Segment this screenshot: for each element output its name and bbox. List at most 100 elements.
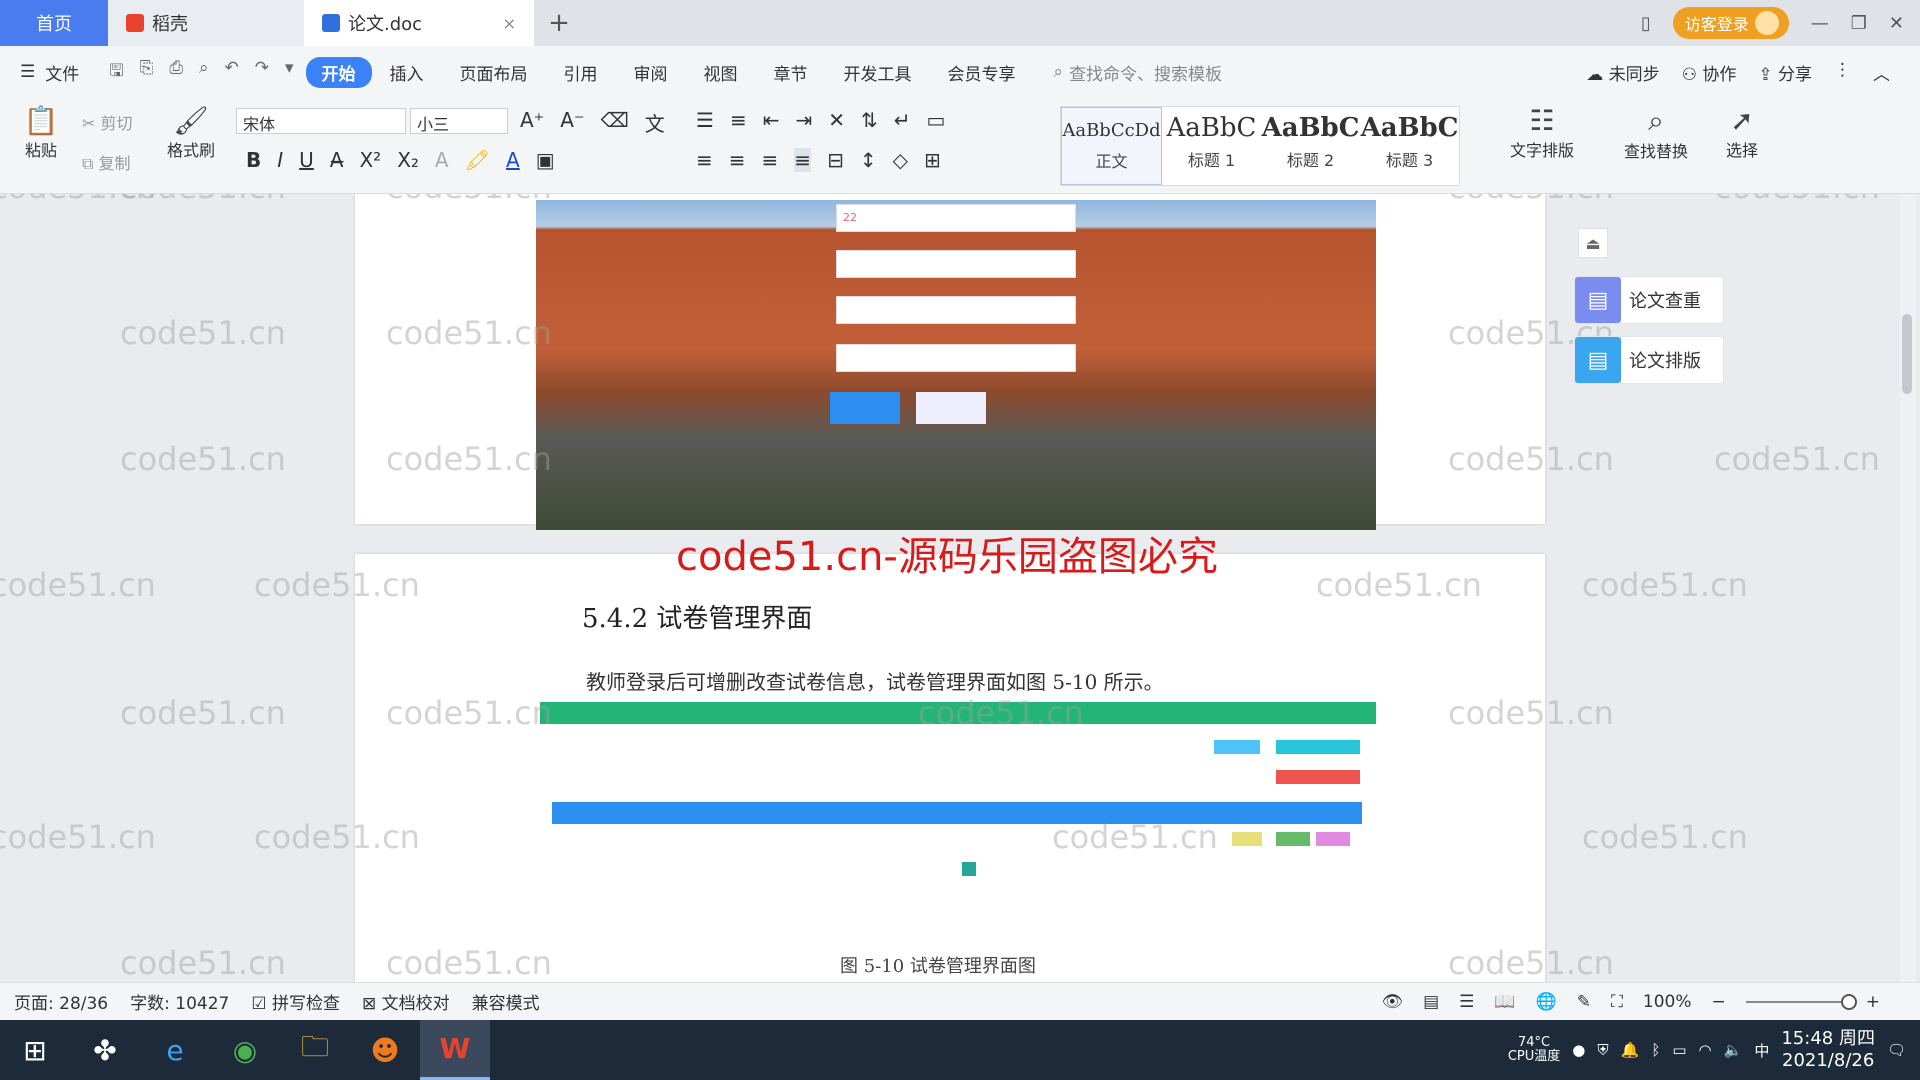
align-left-icon[interactable]: ≡ <box>696 148 713 172</box>
menu-references[interactable]: 引用 <box>546 60 616 85</box>
restore-icon[interactable]: ❐ <box>1851 13 1867 34</box>
increase-indent-icon[interactable]: ⇥ <box>795 108 812 132</box>
menu-insert[interactable]: 插入 <box>372 60 442 85</box>
borders-icon[interactable]: ⊞ <box>924 148 941 172</box>
char-border-icon[interactable]: ▣ <box>536 148 555 172</box>
vertical-scrollbar[interactable] <box>1900 194 1916 982</box>
close-window-icon[interactable]: ✕ <box>1889 13 1904 34</box>
select-button[interactable]: ➚ 选择 <box>1712 104 1772 161</box>
sync-button[interactable]: ☁ 未同步 <box>1586 60 1659 85</box>
zoom-slider[interactable] <box>1745 993 1857 1010</box>
decrease-indent-icon[interactable]: ⇤ <box>763 108 780 132</box>
paste-button[interactable]: 📋 粘贴 <box>16 104 66 161</box>
guest-login-button[interactable]: 访客登录 <box>1672 7 1789 39</box>
doc-proofread-button[interactable]: ⊠ 文档校对 <box>362 989 450 1014</box>
more-menu-icon[interactable]: ⋮ <box>1834 60 1851 85</box>
style-heading-2[interactable]: AaBbC 标题 2 <box>1261 107 1360 185</box>
battery-icon[interactable]: ▭ <box>1672 1041 1686 1059</box>
zoom-level[interactable]: 100% <box>1643 992 1692 1012</box>
find-replace-button[interactable]: ⌕ 查找替换 <box>1608 104 1704 162</box>
page-view-icon[interactable]: ▤ <box>1423 992 1439 1012</box>
tab-document[interactable]: 论文.doc × <box>304 0 534 46</box>
ruler-icon[interactable]: ▭ <box>927 108 946 132</box>
menu-developer[interactable]: 开发工具 <box>826 60 930 85</box>
underline-icon[interactable]: U <box>299 148 314 172</box>
word-count[interactable]: 字数: 10427 <box>130 989 229 1014</box>
sort-icon[interactable]: ⇅ <box>861 108 878 132</box>
style-normal[interactable]: AaBbCcDd 正文 <box>1061 107 1162 185</box>
font-size-select[interactable]: 小三 <box>410 108 508 134</box>
menu-file[interactable]: 文件 <box>41 60 97 85</box>
font-family-select[interactable]: 宋体 <box>236 108 406 134</box>
shrink-font-icon[interactable]: A⁻ <box>560 108 584 137</box>
start-button[interactable]: ⊞ <box>0 1020 70 1080</box>
tab-daoke[interactable]: 稻壳 <box>108 0 304 46</box>
layout-toggle-icon[interactable]: ▯ <box>1641 13 1651 34</box>
align-center-icon[interactable]: ≡ <box>729 148 746 172</box>
menu-view[interactable]: 视图 <box>686 60 756 85</box>
share-button[interactable]: ⇪ 分享 <box>1758 60 1812 85</box>
page-indicator[interactable]: 页面: 28/36 <box>14 989 108 1014</box>
shield-icon[interactable]: ⛨ <box>1597 1041 1608 1059</box>
align-justify-icon[interactable]: ≡ <box>794 148 812 172</box>
web-view-icon[interactable]: 🌐 <box>1536 992 1557 1012</box>
ie-browser-icon[interactable]: e <box>140 1020 210 1080</box>
bullet-list-icon[interactable]: ☰ <box>696 108 714 132</box>
eye-icon[interactable]: 👁 <box>1381 992 1403 1012</box>
menu-member[interactable]: 会员专享 <box>930 60 1034 85</box>
style-heading-3[interactable]: AaBbC 标题 3 <box>1360 107 1459 185</box>
fit-page-icon[interactable]: ⛶ <box>1611 992 1623 1012</box>
italic-icon[interactable]: I <box>277 148 283 172</box>
phonetic-icon[interactable]: 文 <box>645 108 665 137</box>
text-layout-button[interactable]: ☷ 文字排版 <box>1494 104 1590 161</box>
align-right-icon[interactable]: ≡ <box>762 148 779 172</box>
undo-icon[interactable]: ↶ <box>224 58 238 87</box>
save-icon[interactable]: 🖫 <box>109 58 123 87</box>
minimize-icon[interactable]: — <box>1811 13 1829 34</box>
text-effect-icon[interactable]: A <box>435 148 449 172</box>
superscript-icon[interactable]: X² <box>359 148 381 172</box>
clear-format-icon[interactable]: ⌫ <box>601 108 629 137</box>
clock[interactable]: 15:48 周四 2021/8/26 <box>1781 1028 1875 1072</box>
format-painter-button[interactable]: 🖌 格式刷 <box>160 104 222 161</box>
distribute-icon[interactable]: ⊟ <box>827 148 844 172</box>
more-icon[interactable]: ▾ <box>285 58 294 87</box>
font-color-icon[interactable]: A <box>506 148 520 172</box>
zoom-slider-knob[interactable] <box>1840 993 1857 1010</box>
menu-chapter[interactable]: 章节 <box>756 60 826 85</box>
menu-review[interactable]: 审阅 <box>616 60 686 85</box>
chinese-layout-icon[interactable]: ✕ <box>828 108 845 132</box>
style-heading-1[interactable]: AaBbC 标题 1 <box>1162 107 1261 185</box>
hamburger-icon[interactable]: ☰ <box>20 62 35 82</box>
read-view-icon[interactable]: 📖 <box>1494 992 1515 1012</box>
show-marks-icon[interactable]: ↵ <box>894 108 911 132</box>
redo-icon[interactable]: ↷ <box>255 58 269 87</box>
spell-check-button[interactable]: ☑ 拼写检查 <box>251 989 340 1014</box>
bluetooth-icon[interactable]: ᛒ <box>1651 1041 1660 1059</box>
tray-app-icon[interactable]: ● <box>1572 1041 1585 1059</box>
print-preview-icon[interactable]: ⌕ <box>199 58 209 87</box>
command-search[interactable]: ⌕ 查找命令、搜索模板 <box>1054 60 1223 85</box>
export-icon[interactable]: ⎘ <box>140 58 154 87</box>
collapse-panel-button[interactable]: ⏏ <box>1578 228 1608 258</box>
subscript-icon[interactable]: X₂ <box>397 148 419 172</box>
wps-office-icon[interactable]: W <box>420 1020 490 1080</box>
pen-icon[interactable]: ✎ <box>1577 992 1591 1012</box>
scrollbar-thumb[interactable] <box>1902 314 1912 394</box>
thesis-format-button[interactable]: ▤ 论文排版 <box>1574 336 1724 384</box>
menu-home[interactable]: 开始 <box>305 56 372 88</box>
cut-button[interactable]: ✂ 剪切 <box>82 110 133 134</box>
volume-icon[interactable]: 🔈 <box>1724 1041 1743 1059</box>
ime-indicator[interactable]: 中 <box>1754 1040 1769 1061</box>
fan-app-icon[interactable]: ✤ <box>70 1020 140 1080</box>
outline-view-icon[interactable]: ☰ <box>1459 992 1474 1012</box>
collaborate-button[interactable]: ⚇ 协作 <box>1682 60 1737 85</box>
tab-home[interactable]: 首页 <box>0 0 108 46</box>
print-icon[interactable]: ⎙ <box>169 58 183 87</box>
wifi-icon[interactable]: ◠ <box>1699 1041 1712 1059</box>
notification-bell-icon[interactable]: 🔔 <box>1621 1041 1640 1059</box>
cpu-temp-widget[interactable]: 74°C CPU温度 <box>1508 1036 1560 1064</box>
close-tab-icon[interactable]: × <box>503 14 516 33</box>
plagiarism-check-button[interactable]: ▤ 论文查重 <box>1574 276 1724 324</box>
action-center-icon[interactable]: 🗨 <box>1887 1041 1906 1059</box>
